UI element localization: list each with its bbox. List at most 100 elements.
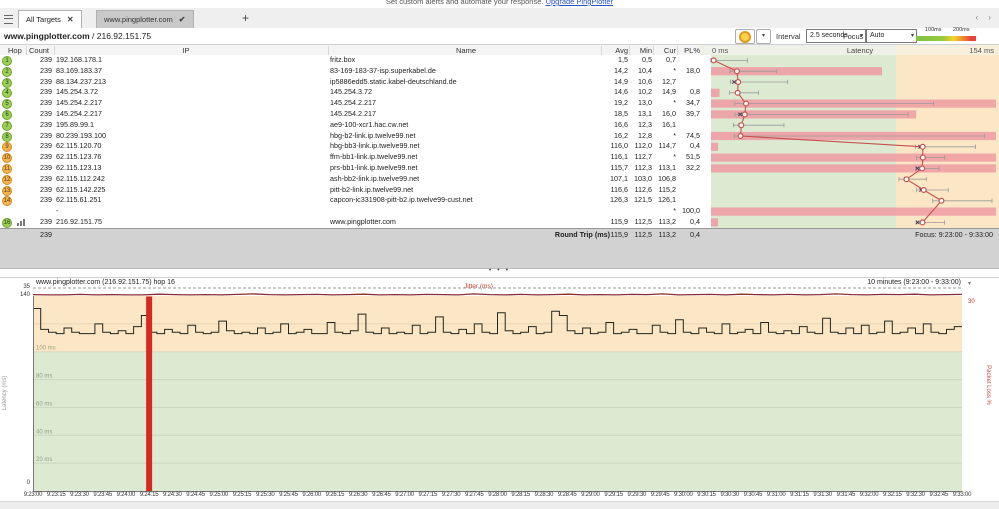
svg-text:60 ms: 60 ms [36, 401, 52, 407]
trace-state-dropdown[interactable]: ▾ [756, 29, 771, 44]
table-row[interactable]: 13 239 62.115.142.225 pitt-b2-link.ip.twelv… [0, 185, 700, 196]
hop-number-badge: 13 [2, 185, 12, 196]
hop-number-badge: 16 [2, 218, 12, 228]
x-tick-label: 9:31:15 [790, 492, 809, 498]
cell-name: ffm-bb1-link.ip.twelve99.net [330, 152, 418, 162]
tab-all-targets[interactable]: All Targets ✕ [18, 10, 82, 28]
cell-pl: 34,7 [686, 98, 700, 108]
cell-min: 13,0 [638, 98, 652, 108]
cell-pl: 0,4 [690, 141, 700, 151]
cell-count: 239 [40, 141, 52, 151]
table-row[interactable]: 7 239 195.89.99.1 ae9-100-xcr1.hac.cw.net 16… [0, 120, 700, 131]
tab-target-label: www.pingplotter.com [104, 15, 173, 24]
cell-pl: 18,0 [686, 65, 700, 75]
table-row[interactable]: 6 239 145.254.2.217 145.254.2.217 18,5 13,1 16… [0, 109, 700, 120]
hop-number-badge: 10 [2, 153, 12, 164]
tab-bar: All Targets ✕ www.pingplotter.com ✔ + ‹ … [0, 8, 999, 29]
tab-target[interactable]: www.pingplotter.com ✔ [96, 10, 194, 28]
target-sep: / [89, 31, 97, 41]
table-row[interactable]: 16 239 216.92.151.75 www.pingplotter.com 115… [0, 217, 700, 228]
table-row[interactable]: 11 239 62.115.123.13 prs-bb1-link.ip.twelve… [0, 163, 700, 174]
cell-pl [676, 120, 700, 131]
cell-pl [676, 174, 700, 185]
cell-avg: 18,5 [614, 109, 628, 118]
target-host: www.pingplotter.com [4, 31, 90, 41]
cell-ip: 145.254.2.217 [56, 109, 102, 118]
hop-number-badge: 12 [2, 174, 12, 185]
cell-ip: 62.115.61.251 [56, 195, 102, 205]
table-row[interactable]: 5 239 145.254.2.217 145.254.2.217 19,2 13,0 * 3… [0, 98, 700, 110]
x-tick-label: 9:31:45 [836, 492, 856, 498]
close-icon[interactable]: ✕ [67, 15, 74, 24]
cell-pl: 32,2 [686, 163, 700, 172]
x-tick-label: 9:33:00 [952, 492, 972, 498]
interval-label: Interval [776, 32, 801, 41]
x-tick-label: 9:29:45 [650, 492, 670, 498]
table-row[interactable]: 4 239 145.254.3.72 145.254.3.72 14,6 10,2 14,9… [0, 87, 700, 99]
cell-name: 83-169-183-37-isp.superkabel.de [330, 65, 436, 75]
cell-ip: - [56, 206, 59, 216]
cell-cur: 12,7 [662, 76, 676, 86]
cell-min: 10,4 [638, 65, 652, 75]
menu-icon[interactable] [4, 15, 13, 24]
cell-count: 239 [40, 152, 52, 162]
cell-avg [598, 206, 628, 217]
chevron-down-icon: ▾ [910, 33, 914, 39]
svg-text:40 ms: 40 ms [36, 429, 52, 435]
cell-cur: * [673, 98, 676, 108]
cell-avg: 116,0 [610, 141, 628, 151]
x-tick-label: 9:32:45 [929, 492, 949, 498]
table-row[interactable]: 2 239 83.169.183.37 83-169-183-37-isp.super… [0, 66, 700, 77]
cell-avg: 126,3 [610, 195, 628, 205]
x-tick-label: 9:32:00 [859, 492, 879, 498]
cell-name [330, 206, 602, 217]
check-icon: ✔ [178, 15, 186, 24]
trace-state-button[interactable] [735, 29, 755, 44]
table-row[interactable]: 12 239 62.115.112.242 ash-bb2-link.ip.twelv… [0, 174, 700, 185]
table-row[interactable]: 9 239 62.115.120.70 hbg-bb3-link.ip.twelve9… [0, 141, 700, 153]
table-row[interactable]: - * 100,0 [0, 206, 700, 217]
table-row[interactable]: 8 239 80.239.193.100 hbg-b2-link.ip.twelve9… [0, 131, 700, 142]
x-tick-label: 9:31:30 [813, 492, 832, 498]
cell-ip: 62.115.112.242 [56, 173, 105, 183]
hop-number-badge: 2 [2, 66, 12, 77]
cell-name: hbg-b2-link.ip.twelve99.net [330, 130, 416, 140]
table-row[interactable]: 10 239 62.115.123.76 ffm-bb1-link.ip.twelve… [0, 152, 700, 164]
focus-select[interactable]: Auto ▾ [866, 29, 917, 43]
upgrade-link[interactable]: Upgrade PingPlotter [546, 0, 614, 6]
cell-name: 145.254.2.217 [330, 98, 376, 108]
table-row[interactable]: 14 239 62.115.61.251 capcon-ic331908-pitt-b… [0, 195, 700, 207]
x-tick-label: 9:23:00 [23, 492, 43, 498]
cell-name: prs-bb1-link.ip.twelve99.net [330, 163, 418, 172]
cell-pl: 0,4 [690, 217, 700, 226]
target-ip: 216.92.151.75 [96, 31, 152, 41]
cell-pl: 51,5 [686, 152, 700, 162]
x-tick-label: 9:27:30 [441, 492, 461, 498]
legend-gradient-bar [916, 36, 976, 41]
x-tick-label: 9:24:00 [116, 492, 136, 498]
x-tick-label: 9:26:00 [302, 492, 321, 498]
timeline-chart[interactable]: 100 ms 80 ms 60 ms 40 ms 20 ms [0, 278, 999, 501]
x-tick-label: 9:32:30 [906, 492, 925, 498]
hop-number-badge: 14 [2, 196, 12, 207]
table-row[interactable]: 3 239 88.134.237.213 ip5886edd5.static.kabe… [0, 77, 700, 88]
x-tick-label: 9:23:15 [46, 492, 66, 498]
table-row[interactable]: 1 239 192.168.178.1 fritz.box 1,5 0,5 0,7 [0, 55, 700, 66]
cell-avg: 14,6 [614, 87, 628, 97]
legend-200ms: 200ms [953, 27, 970, 33]
tab-scroll-icons[interactable]: ‹ › [975, 13, 995, 22]
cell-avg: 116,6 [610, 184, 628, 194]
svg-text:80 ms: 80 ms [36, 374, 52, 380]
panel-splitter-handle[interactable]: • • • [0, 267, 999, 276]
hop-number-badge: 9 [2, 142, 12, 153]
cell-min: 121,5 [634, 195, 652, 205]
cell-ip: 80.239.193.100 [56, 130, 106, 140]
focus-label: Focus [843, 32, 864, 41]
cell-ip: 83.169.183.37 [56, 65, 102, 75]
cell-ip: 88.134.237.213 [56, 76, 106, 86]
upgrade-banner: Set custom alerts and automate your resp… [0, 0, 999, 8]
cell-count: 239 [40, 195, 52, 205]
cell-ip: 62.115.142.225 [56, 184, 106, 194]
cell-ip: 62.115.123.76 [56, 152, 102, 162]
new-tab-button[interactable]: + [242, 11, 249, 25]
